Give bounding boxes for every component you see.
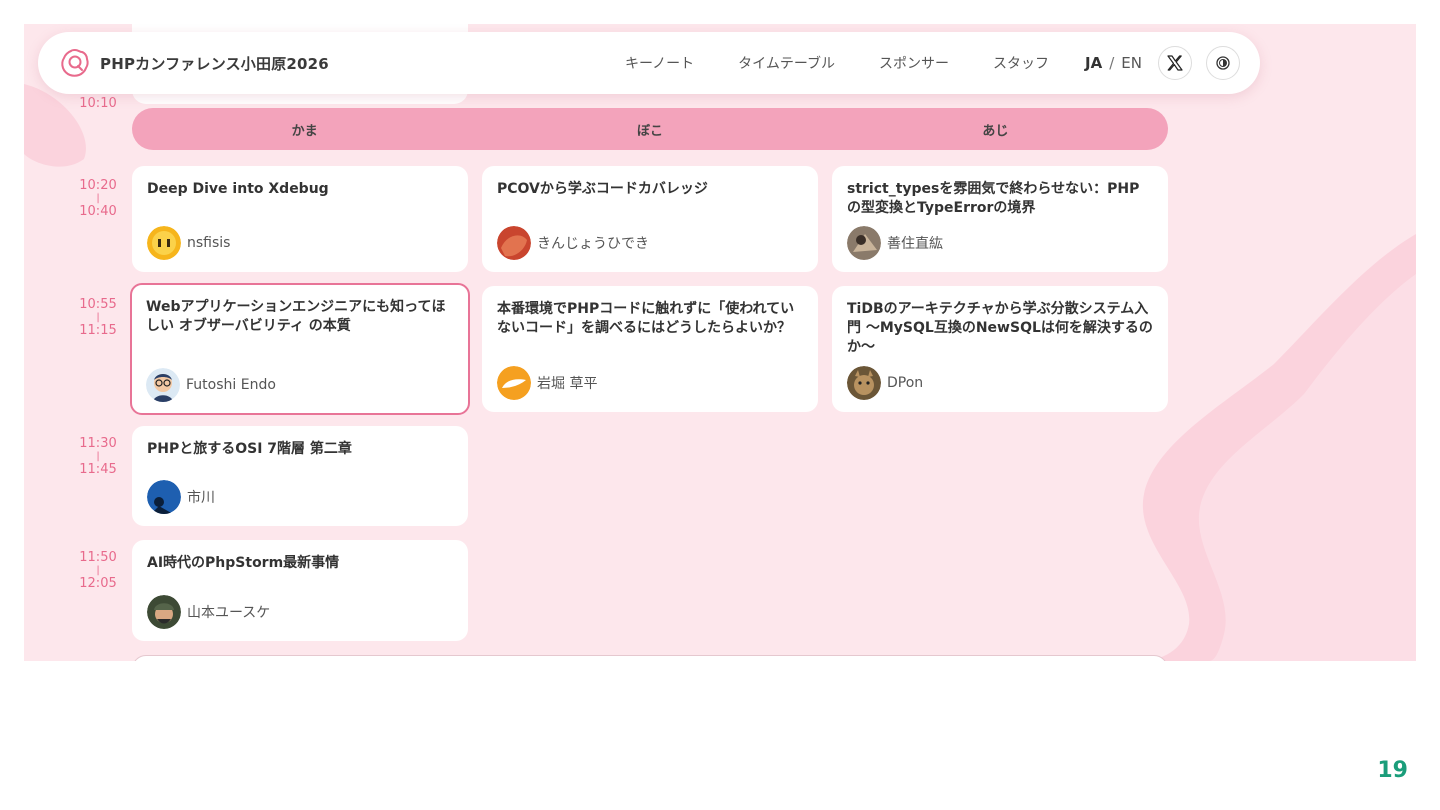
nav-staff[interactable]: スタッフ <box>993 53 1049 73</box>
speaker-name: DPon <box>887 375 924 391</box>
lang-ja[interactable]: JA <box>1085 54 1102 72</box>
time-end: 10:40 <box>79 204 117 219</box>
speaker-avatar <box>147 480 181 514</box>
session-title: TiDBのアーキテクチャから学ぶ分散システム入門 〜MySQL互換のNewSQL… <box>847 301 1153 355</box>
x-link-button[interactable] <box>1158 46 1192 80</box>
speaker-avatar <box>147 226 181 260</box>
time-prev-end: 10:10 <box>79 96 117 111</box>
speaker: nsfisis <box>147 226 230 260</box>
session-card[interactable]: Deep Dive into Xdebug nsfisis <box>132 166 468 272</box>
speaker-avatar <box>497 226 531 260</box>
speaker-avatar <box>847 226 881 260</box>
time-end: 12:05 <box>79 576 117 591</box>
lang-en[interactable]: EN <box>1121 54 1142 72</box>
session-title: Deep Dive into Xdebug <box>147 181 329 197</box>
speaker: 山本ユースケ <box>147 595 270 629</box>
speaker-name: nsfisis <box>187 235 231 251</box>
session-title: PHPと旅するOSI 7階層 第二章 <box>147 441 352 457</box>
nav-keynote[interactable]: キーノート <box>625 53 694 73</box>
session-card[interactable]: TiDBのアーキテクチャから学ぶ分散システム入門 〜MySQL互換のNewSQL… <box>832 286 1168 412</box>
session-title: Webアプリケーションエンジニアにも知ってほしい オブザーバビリティ の本質 <box>146 299 446 334</box>
time-slot-2: 10:55 | 11:15 <box>58 297 138 339</box>
room-kama: かま <box>291 123 318 139</box>
time-start: 11:50 <box>79 550 117 565</box>
session-card[interactable]: PHPと旅するOSI 7階層 第二章 市川 <box>132 426 468 526</box>
session-card[interactable]: AI時代のPhpStorm最新事情 山本ユースケ <box>132 540 468 641</box>
speaker-avatar <box>147 595 181 629</box>
speaker: 善住直紘 <box>847 226 943 260</box>
time-start: 11:30 <box>79 436 117 451</box>
screenshot-area: PHPカンファレンス小田原2026 キーノート タイムテーブル スポンサー スタ… <box>24 24 1416 661</box>
time-separator: | <box>96 565 100 576</box>
theme-toggle-button[interactable] <box>1206 46 1240 80</box>
session-card[interactable]: 本番環境でPHPコードに触れずに「使われていないコード」を調べるにはどうしたらよ… <box>482 286 818 412</box>
speaker: Futoshi Endo <box>146 368 276 402</box>
time-start: 10:55 <box>79 297 117 312</box>
speaker-avatar <box>146 368 180 402</box>
x-logo-icon <box>1167 55 1183 71</box>
nav-sponsor[interactable]: スポンサー <box>879 53 949 73</box>
speaker: きんじょうひでき <box>497 226 649 260</box>
session-title: AI時代のPhpStorm最新事情 <box>147 555 340 571</box>
site-title: PHPカンファレンス小田原2026 <box>100 54 329 73</box>
site-header: PHPカンファレンス小田原2026 キーノート タイムテーブル スポンサー スタ… <box>38 32 1260 94</box>
time-end: 11:45 <box>79 462 117 477</box>
speaker-avatar <box>497 366 531 400</box>
time-slot-1: 10:20 | 10:40 <box>58 178 138 220</box>
speaker-name: 市川 <box>187 490 215 506</box>
speaker-name: 岩堀 草平 <box>537 376 598 392</box>
session-card[interactable]: strict_typesを雰囲気で終わらせない：PHPの型変換とTypeErro… <box>832 166 1168 272</box>
slide-page-number: 19 <box>1377 758 1408 783</box>
session-title: PCOVから学ぶコードカバレッジ <box>497 181 708 197</box>
time-separator: | <box>96 451 100 462</box>
session-title: strict_typesを雰囲気で終わらせない：PHPの型変換とTypeErro… <box>847 181 1140 216</box>
time-separator: | <box>96 193 100 204</box>
time-slot-3: 11:30 | 11:45 <box>58 436 138 478</box>
contrast-toggle-icon <box>1216 56 1230 70</box>
room-boko: ぼこ <box>636 123 663 139</box>
session-title: 本番環境でPHPコードに触れずに「使われていないコード」を調べるにはどうしたらよ… <box>497 301 795 336</box>
speaker-name: 山本ユースケ <box>187 605 271 621</box>
speaker-name: Futoshi Endo <box>186 377 276 393</box>
site-logo[interactable]: PHPカンファレンス小田原2026 <box>60 48 329 78</box>
session-card[interactable]: PCOVから学ぶコードカバレッジ きんじょうひでき <box>482 166 818 272</box>
language-switcher: JA / EN <box>1085 54 1142 72</box>
speaker: 市川 <box>147 480 215 514</box>
room-aji: あじ <box>982 123 1009 139</box>
speaker-name: 善住直紘 <box>887 236 943 252</box>
speaker: 岩堀 草平 <box>497 366 597 400</box>
session-card-selected[interactable]: Webアプリケーションエンジニアにも知ってほしい オブザーバビリティ の本質 F… <box>130 283 470 415</box>
speaker-name: きんじょうひでき <box>537 236 649 252</box>
time-separator: | <box>96 312 100 323</box>
next-session-card[interactable] <box>132 655 1168 661</box>
time-start: 10:20 <box>79 178 117 193</box>
speaker-avatar <box>847 366 881 400</box>
room-header-bar: かま ぼこ あじ <box>132 108 1168 150</box>
time-slot-4: 11:50 | 12:05 <box>58 550 138 592</box>
speaker: DPon <box>847 366 923 400</box>
time-end: 11:15 <box>79 323 117 338</box>
nav-timetable[interactable]: タイムテーブル <box>738 53 835 73</box>
lang-separator: / <box>1109 54 1115 72</box>
main-nav: キーノート タイムテーブル スポンサー スタッフ <box>625 53 1049 73</box>
conference-logo-icon <box>61 48 89 77</box>
